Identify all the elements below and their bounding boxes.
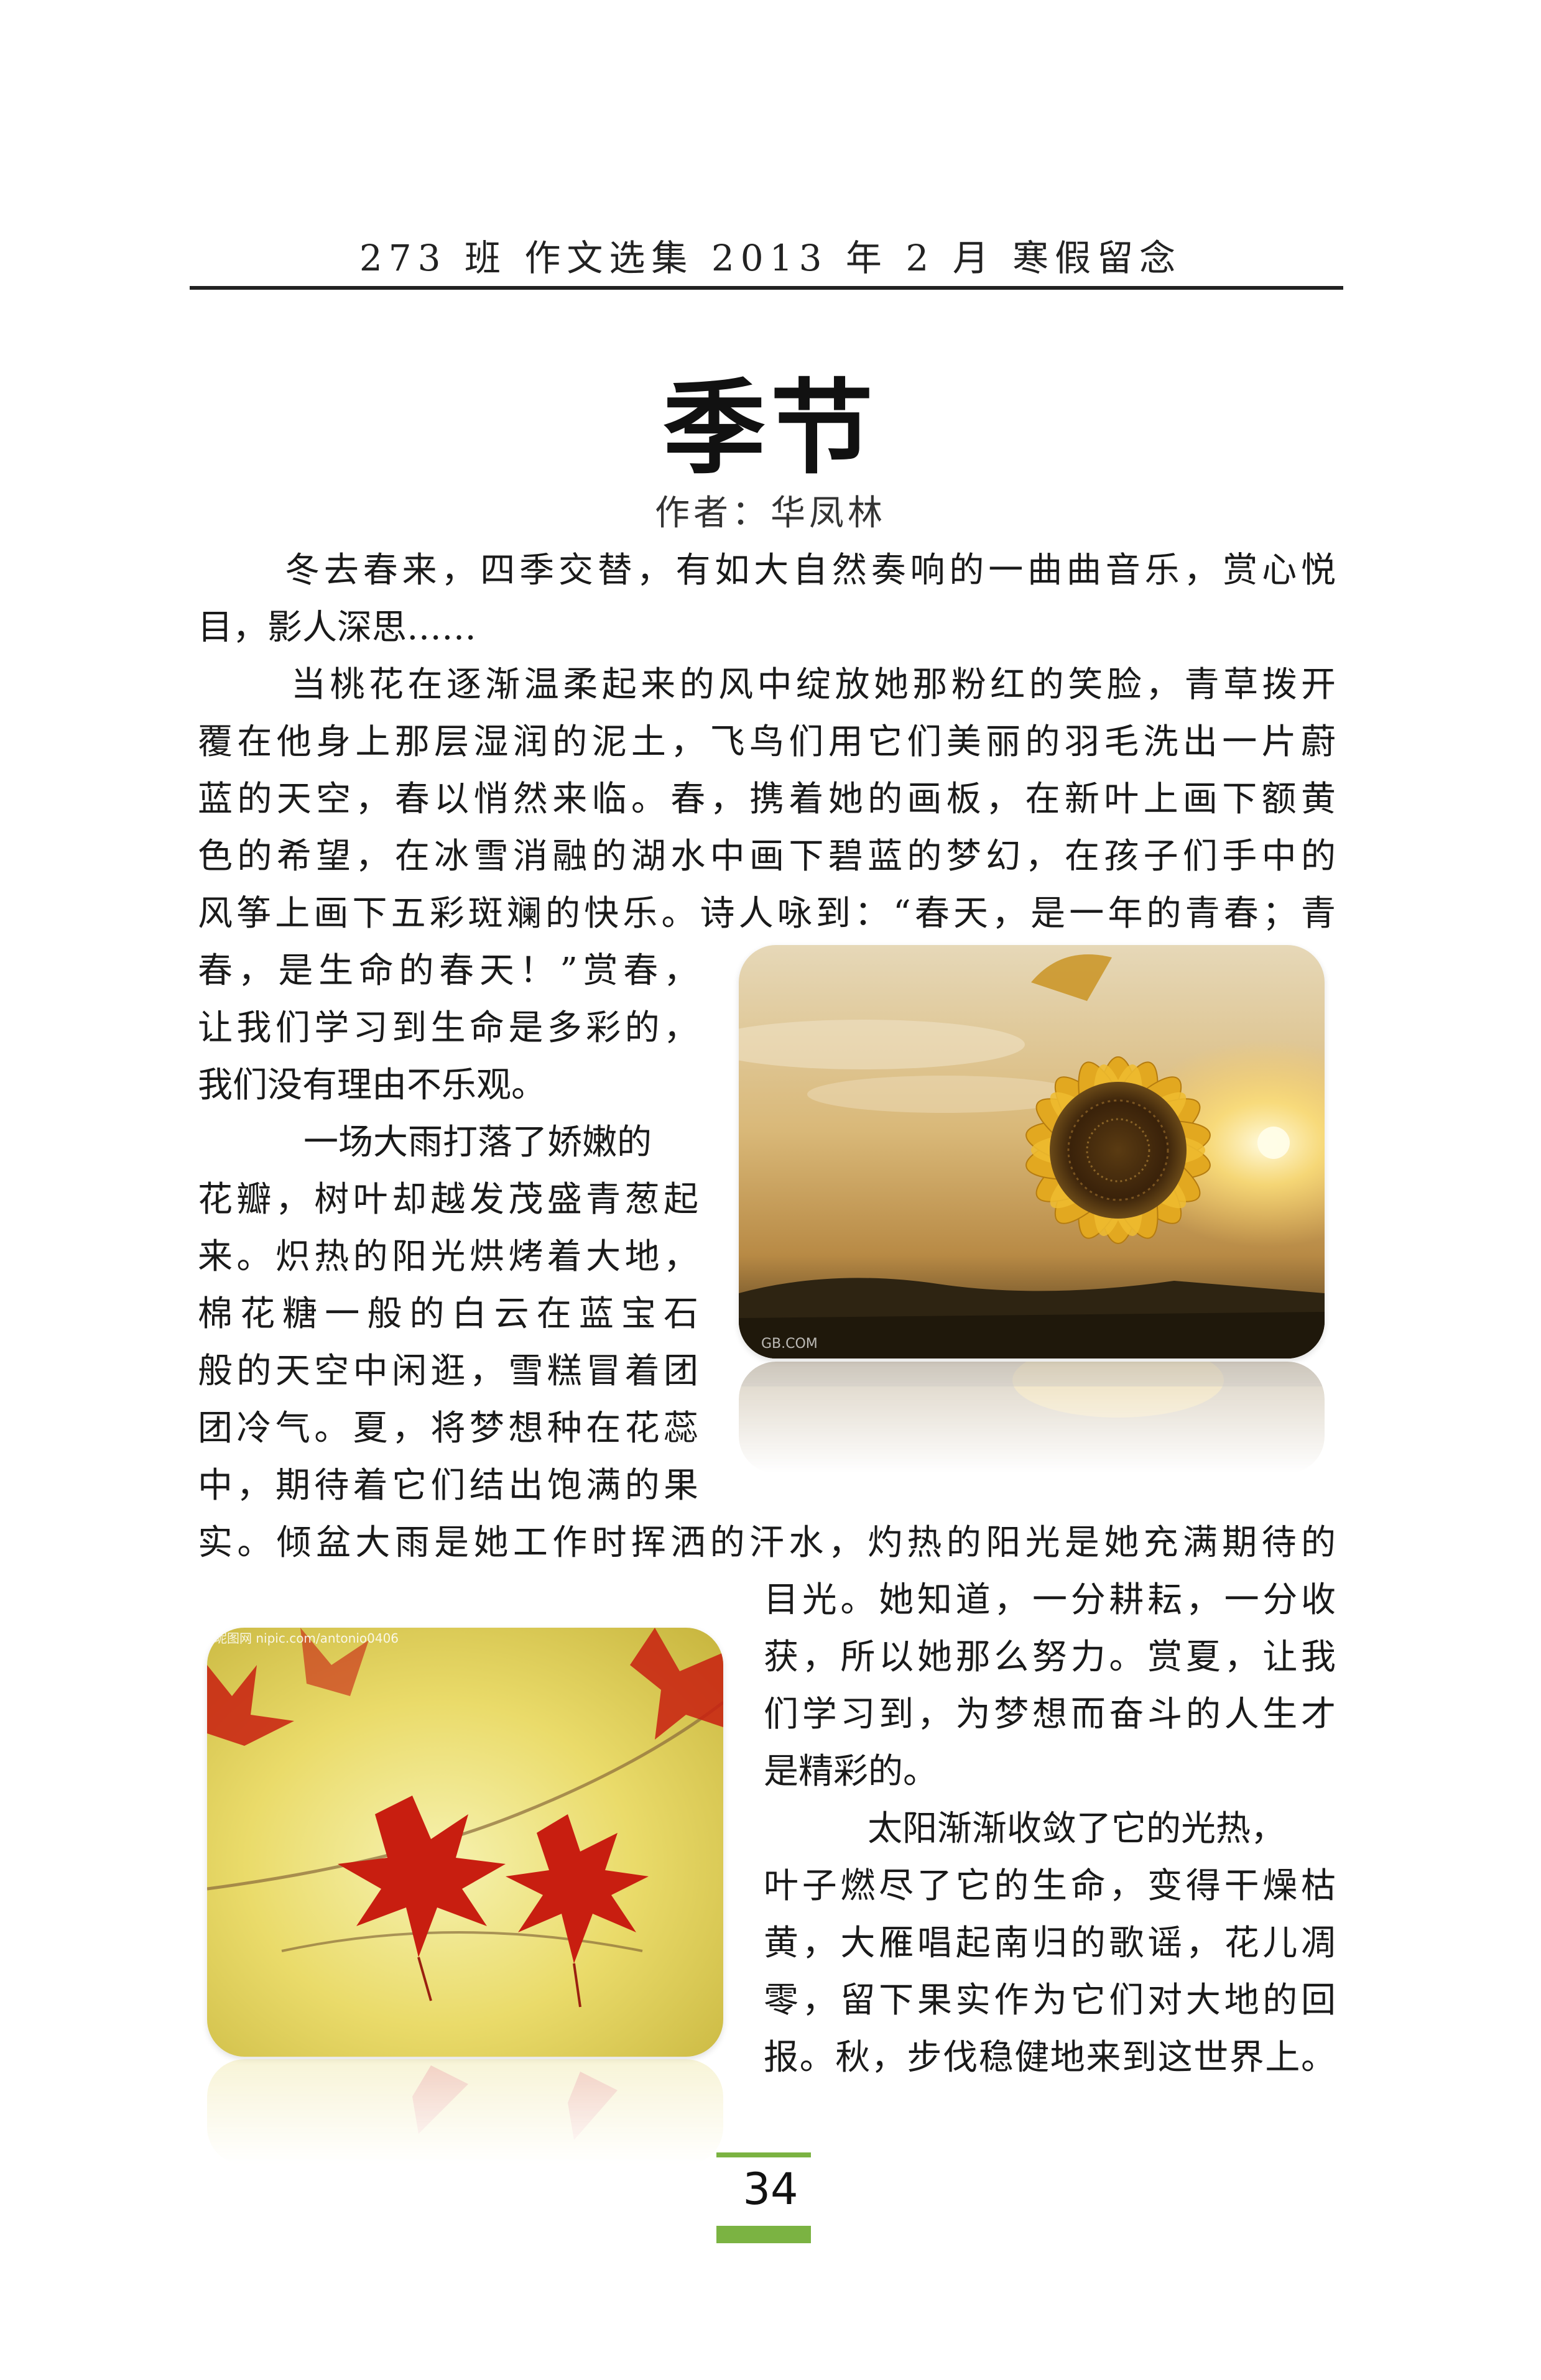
maple-reflection bbox=[207, 2059, 723, 2165]
paragraph-line: 我们没有理由不乐观。 bbox=[198, 1065, 546, 1105]
paragraph-line: 蓝的天空，春以悄然来临。春，携着她的画板，在新叶上画下额黄 bbox=[198, 779, 1336, 819]
paragraph-line: 覆在他身上那层湿润的泥土，飞鸟们用它们美丽的羽毛洗出一片蔚 bbox=[198, 722, 1336, 762]
paragraph-line: 当桃花在逐渐温柔起来的风中绽放她那粉红的笑脸，青草拨开 bbox=[291, 665, 1336, 705]
paragraph-line: 中，期待着它们结出饱满的果 bbox=[198, 1465, 698, 1506]
sunflower-reflection bbox=[739, 1362, 1325, 1474]
paragraph-line: 是精彩的。 bbox=[764, 1751, 938, 1792]
running-header: 273 班 作文选集 2013 年 2 月 寒假留念 bbox=[359, 237, 1182, 279]
paragraph-line: 般的天空中闲逛，雪糕冒着团 bbox=[198, 1351, 698, 1391]
paragraph-line: 叶子燃尽了它的生命，变得干燥枯 bbox=[764, 1866, 1336, 1906]
sunflower-photo: GB.COM bbox=[739, 945, 1325, 1358]
page-number-bottom-bar bbox=[716, 2226, 811, 2243]
paragraph-line: 色的希望，在冰雪消融的湖水中画下碧蓝的梦幻，在孩子们手中的 bbox=[198, 836, 1336, 877]
paragraph-line: 棉花糖一般的白云在蓝宝石 bbox=[198, 1294, 698, 1334]
paragraph-line: 春，是生命的春天！”赏春， bbox=[198, 951, 698, 991]
paragraph-line: 冬去春来，四季交替，有如大自然奏响的一曲曲音乐，赏心悦 bbox=[285, 550, 1336, 591]
sunflower-watermark: GB.COM bbox=[761, 1336, 818, 1352]
paragraph-line: 团冷气。夏，将梦想种在花蕊 bbox=[198, 1408, 698, 1449]
paragraph-line: 花瓣，树叶却越发茂盛青葱起 bbox=[198, 1179, 698, 1220]
paragraph-line: 们学习到，为梦想而奋斗的人生才 bbox=[764, 1694, 1336, 1735]
paragraph-line: 目光。她知道，一分耕耘，一分收 bbox=[764, 1580, 1336, 1620]
maple-leaves-photo: 昵图网 nipic.com/antonio0406 bbox=[207, 1628, 723, 2057]
header-rule bbox=[190, 286, 1343, 290]
article-title: 季节 bbox=[663, 369, 878, 488]
paragraph-line: 目，影人深思…… bbox=[198, 607, 476, 648]
page-number: 34 bbox=[743, 2164, 798, 2215]
paragraph-line: 报。秋，步伐稳健地来到这世界上。 bbox=[764, 2037, 1336, 2078]
paragraph-line: 来。炽热的阳光烘烤着大地， bbox=[198, 1237, 698, 1277]
paragraph-line: 零，留下果实作为它们对大地的回 bbox=[764, 1980, 1336, 2021]
paragraph-line: 获，所以她那么努力。赏夏，让我 bbox=[764, 1637, 1336, 1677]
paragraph-line: 风筝上画下五彩斑斓的快乐。诗人咏到：“春天，是一年的青春；青 bbox=[198, 893, 1336, 934]
paragraph-line: 让我们学习到生命是多彩的， bbox=[198, 1008, 698, 1048]
page-number-top-bar bbox=[716, 2152, 811, 2157]
paragraph-line: 实。倾盆大雨是她工作时挥洒的汗水，灼热的阳光是她充满期待的 bbox=[198, 1523, 1336, 1563]
article-author: 作者：华凤林 bbox=[655, 493, 886, 533]
maple-watermark: 昵图网 nipic.com/antonio0406 bbox=[215, 1631, 399, 1646]
paragraph-line: 一场大雨打落了娇嫩的 bbox=[303, 1122, 652, 1163]
paragraph-line: 太阳渐渐收敛了它的光热， bbox=[868, 1809, 1285, 1849]
paragraph-line: 黄，大雁唱起南归的歌谣，花儿凋 bbox=[764, 1923, 1336, 1963]
